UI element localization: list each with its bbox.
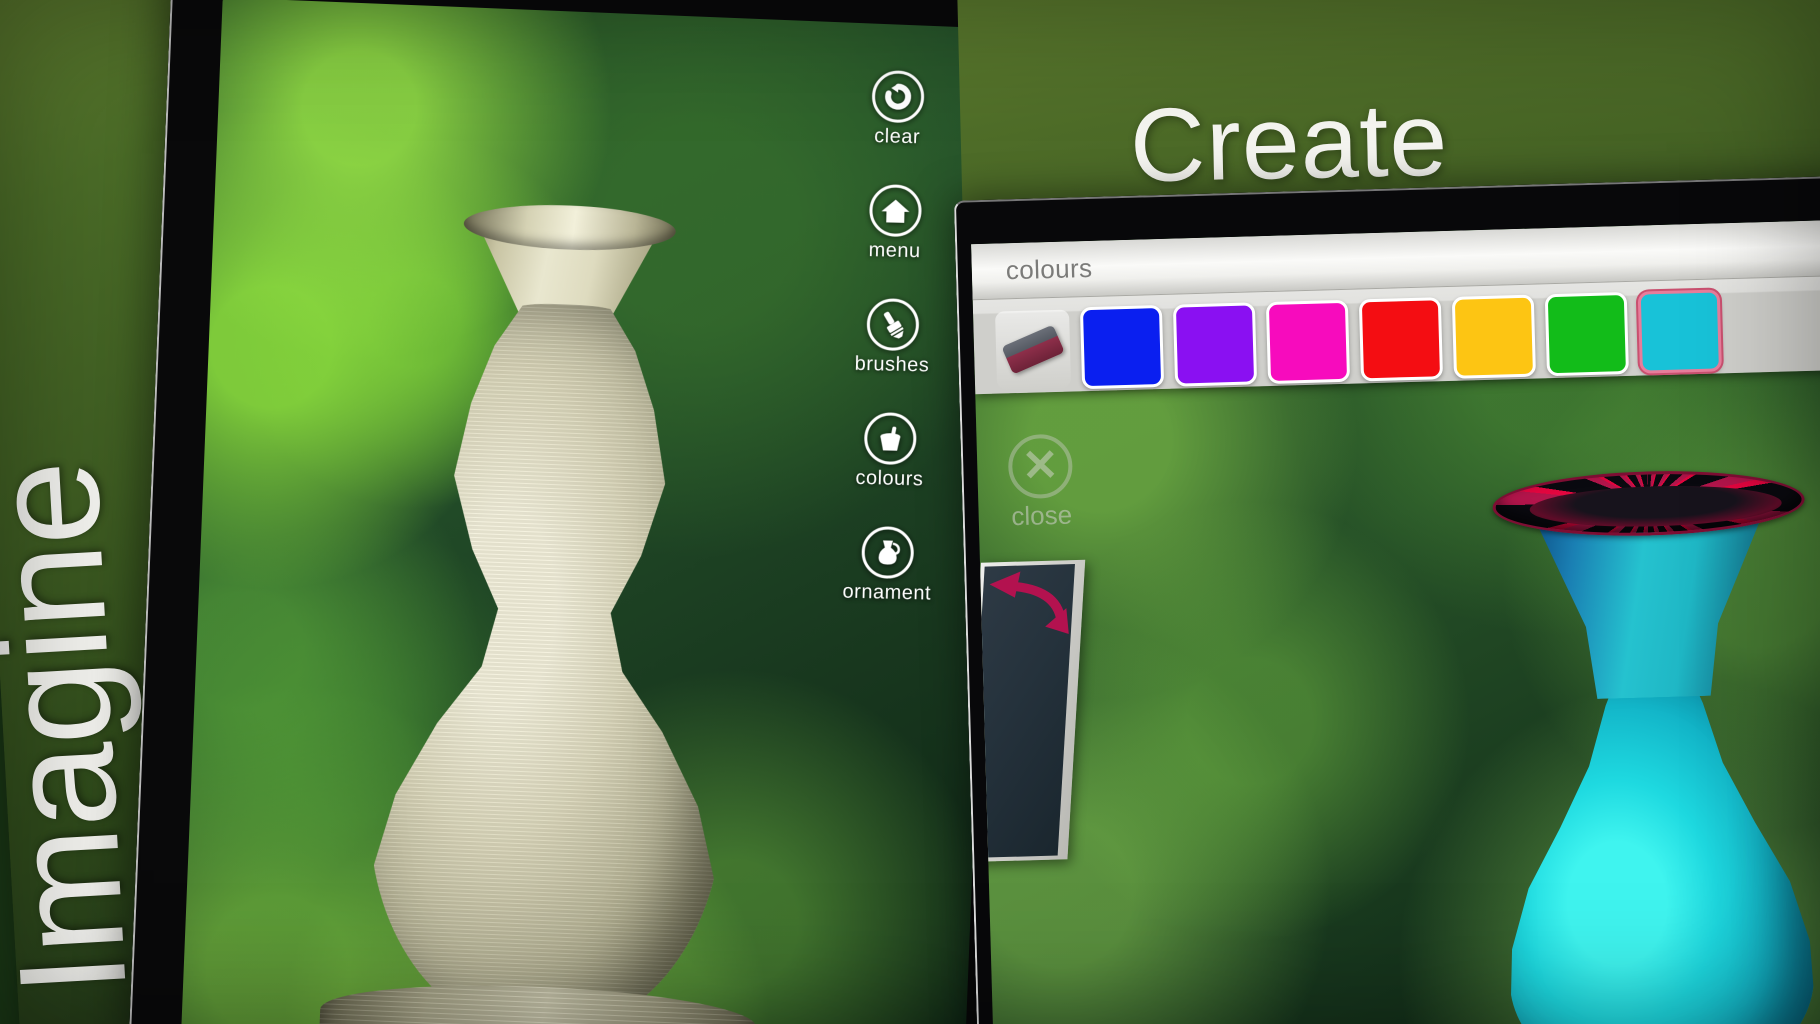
menu-item-colours-label: colours [855, 466, 924, 491]
colour-swatch-blue[interactable] [1079, 304, 1165, 390]
undo-card[interactable] [971, 559, 1086, 863]
paint-bucket-icon [863, 411, 917, 466]
menu-item-clear-label: clear [873, 125, 921, 149]
painted-vase-body [1501, 657, 1817, 1024]
menu-item-menu-label: menu [868, 239, 921, 263]
right-device: colours ✕ close [953, 175, 1820, 1024]
colour-swatch-cyan[interactable] [1637, 289, 1722, 374]
tablet-screen: clear menu brushes colours ornament [180, 0, 1007, 1024]
promo-screenshot: Imagine clear menu brushes colours ornam… [0, 0, 1820, 1024]
undo-circle-icon [871, 70, 925, 124]
paintbrush-icon [866, 298, 920, 352]
painted-vase-rim-inner [1529, 482, 1783, 530]
menu-item-menu[interactable]: menu [868, 184, 923, 263]
painted-vase-artwork [1488, 467, 1820, 1024]
close-button[interactable]: ✕ close [974, 433, 1107, 534]
close-button-label: close [1010, 499, 1073, 532]
tablet-side-menu: clear menu brushes colours ornament [812, 69, 974, 606]
colours-panel-title: colours [1005, 252, 1093, 286]
menu-item-ornament[interactable]: ornament [842, 525, 932, 606]
eraser-icon [1001, 324, 1065, 375]
clay-vase-artwork [300, 200, 804, 1024]
menu-item-brushes-label: brushes [854, 352, 930, 377]
undo-arrow-icon [989, 571, 1069, 634]
tablet-device: clear menu brushes colours ornament [128, 0, 1022, 1024]
menu-item-brushes[interactable]: brushes [854, 298, 930, 378]
menu-item-ornament-label: ornament [842, 580, 932, 605]
home-icon [868, 184, 923, 238]
vase-icon [861, 525, 915, 580]
clay-vase-body [362, 297, 743, 1024]
colour-swatch-amber[interactable] [1451, 294, 1537, 379]
colours-panel: colours [971, 219, 1820, 395]
close-x-glyph: ✕ [1021, 440, 1060, 491]
colour-swatch-green[interactable] [1544, 291, 1629, 377]
menu-item-clear[interactable]: clear [871, 70, 925, 149]
painted-vase-rim [1491, 467, 1806, 540]
menu-item-colours[interactable]: colours [855, 411, 925, 492]
colour-swatch-red[interactable] [1358, 297, 1444, 382]
right-device-screen: colours ✕ close [971, 219, 1820, 1024]
colour-swatch-magenta[interactable] [1265, 299, 1351, 385]
eraser-swatch[interactable] [995, 309, 1072, 390]
colour-swatch-violet[interactable] [1172, 302, 1258, 387]
close-circle-icon: ✕ [1007, 433, 1074, 500]
